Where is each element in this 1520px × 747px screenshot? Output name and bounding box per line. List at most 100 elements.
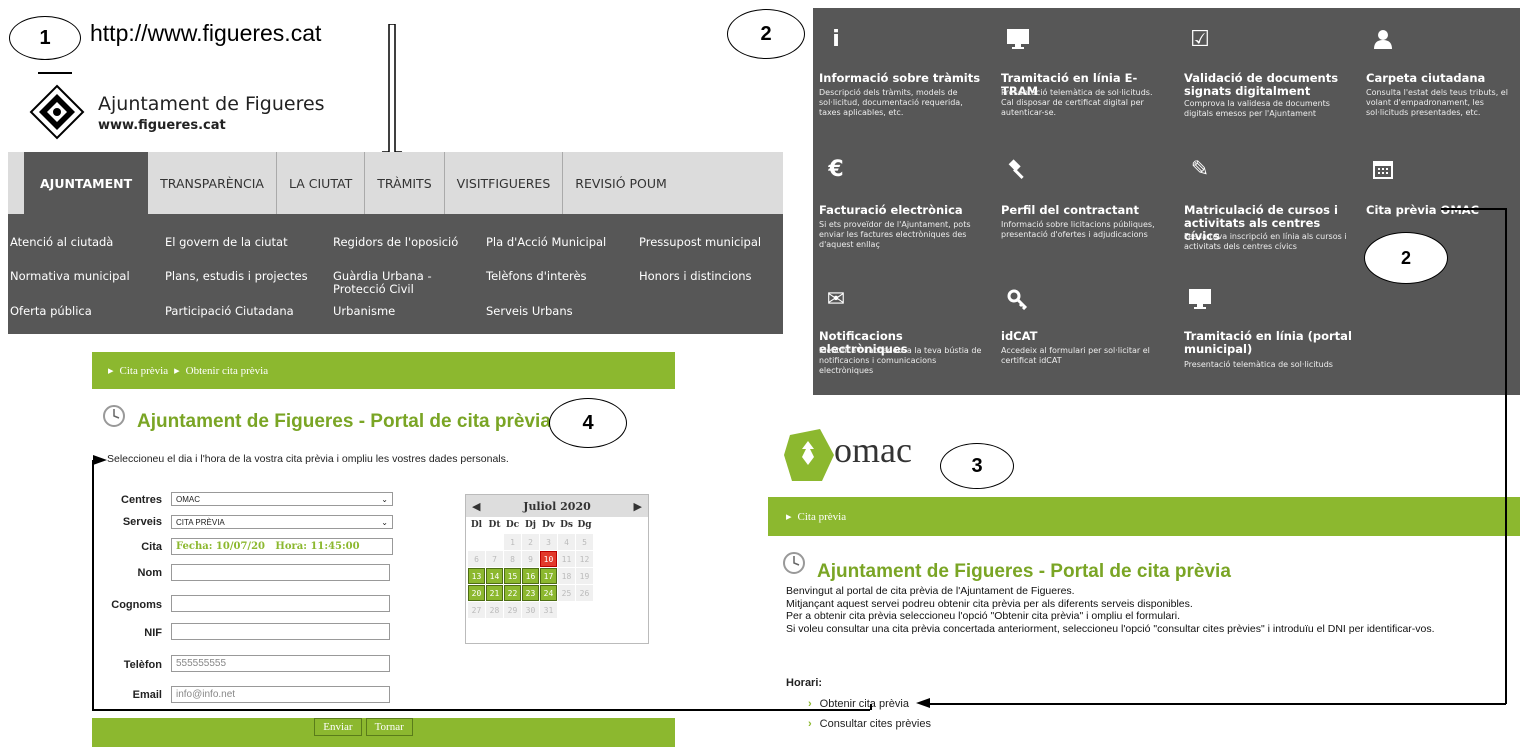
calendar-day-header: Dv [541,520,556,530]
euro-icon[interactable]: € [819,152,853,186]
email-input[interactable]: info@info.net [171,686,390,703]
info-icon[interactable]: i [819,22,853,56]
monitor-icon[interactable] [1001,22,1035,56]
submenu-item[interactable]: El govern de la ciutat [165,236,288,249]
tile-title[interactable]: idCAT [1001,330,1171,343]
connector-line [930,703,1506,705]
connector-line [1505,208,1507,704]
label-serveis: Serveis [122,516,162,528]
submenu-item[interactable]: Normativa municipal [10,270,130,283]
form-footer-bar: Enviar Tornar [92,718,675,747]
connector-line [870,704,872,710]
tile-title[interactable]: Informació sobre tràmits [819,72,989,85]
calendar-day[interactable]: 20 [468,585,485,601]
edit-icon[interactable]: ✎ [1183,152,1217,186]
submenu-item[interactable]: Participació Ciutadana [165,305,294,318]
link-consultar-cites[interactable]: › Consultar cites prèvies [808,718,931,730]
centres-select[interactable]: OMAC ⌄ [171,492,393,506]
city-logo [27,82,87,142]
cita-field[interactable]: Fecha: 10/07/20 Hora: 11:45:00 [171,538,393,555]
intro-line: Per a obtenir cita prèvia seleccioneu l'… [786,610,1181,622]
label-nom: Nom [137,567,162,579]
breadcrumb-item[interactable]: Cita prèvia [120,365,169,377]
tile-desc: Presentació telemàtica de sol·licituds. … [1001,88,1153,117]
next-month-icon[interactable]: ▶ [634,500,642,513]
calendar-day[interactable]: 16 [522,568,539,584]
tab-tramits[interactable]: TRÀMITS [365,152,445,214]
nom-input[interactable] [171,564,390,581]
submenu-item[interactable]: Honors i distincions [639,270,752,283]
tile-title[interactable]: Validació de documents signats digitalme… [1184,72,1354,98]
gavel-icon[interactable] [1001,152,1035,186]
submenu-item[interactable]: Telèfons d'interès [486,270,587,283]
tile-title[interactable]: Carpeta ciutadana [1366,72,1516,85]
calendar-day[interactable]: 13 [468,568,485,584]
label-cognoms: Cognoms [111,599,162,611]
calendar-day: 4 [558,534,575,550]
calendar-icon[interactable] [1366,152,1400,186]
calendar-grid: Dl Dt Dc Dj Dv Ds Dg 1 2 3 4 5 6 7 8 9 10 11 12 13 14 15 16 17 1… [466,517,648,618]
intro-text: Benvingut al portal de cita prèvia de l'… [786,585,1518,635]
calendar-day[interactable]: 24 [540,585,557,601]
calendar-day[interactable]: 23 [522,585,539,601]
submenu-item[interactable]: Urbanisme [333,305,395,318]
site-subtitle: www.figueres.cat [98,118,226,133]
submenu-item[interactable]: Pressupost municipal [639,236,761,249]
nif-input[interactable] [171,623,390,640]
submenu: Atenció al ciutadà El govern de la ciuta… [8,214,783,334]
cognoms-input[interactable] [171,595,390,612]
tab-la-ciutat[interactable]: LA CIUTAT [277,152,366,214]
date-picker: ◀ Juliol 2020 ▶ Dl Dt Dc Dj Dv Ds Dg 1 2 3 4 5 6 7 8 9 1… [465,494,649,644]
calendar-day-header: Ds [560,520,573,530]
calendar-day[interactable]: 17 [540,568,557,584]
envelope-icon[interactable]: ✉ [819,282,853,316]
tile-title[interactable]: Facturació electrònica [819,204,989,217]
tramits-grid: i Informació sobre tràmits Descripció de… [813,8,1520,395]
breadcrumb-item[interactable]: Cita prèvia [798,511,847,523]
label-email: Email [132,689,162,701]
calendar-day[interactable]: 21 [486,585,503,601]
tile-desc: Identifica't i accedeix a la teva bústia… [819,346,982,375]
tile-title[interactable]: Perfil del contractant [1001,204,1171,217]
enviar-button[interactable]: Enviar [314,718,362,736]
calendar-day[interactable]: 10 [540,551,557,567]
site-url[interactable]: http://www.figueres.cat [90,20,321,47]
tornar-button[interactable]: Tornar [365,718,413,736]
tab-revisio-poum[interactable]: REVISIÓ POUM [563,152,679,214]
arrow-left-icon [916,698,930,708]
connector-line [92,460,94,710]
submenu-item[interactable]: Guàrdia Urbana - Protecció Civil [333,270,432,296]
calendar-day[interactable]: 22 [504,585,521,601]
tab-transparencia[interactable]: TRANSPARÈNCIA [148,152,277,214]
tab-visitfigueres[interactable]: VISITFIGUERES [445,152,564,214]
tile-title[interactable]: Tramitació en línia (portal municipal) [1184,330,1354,356]
breadcrumb-bar: ▸ Cita prèvia [768,497,1520,536]
calendar-day[interactable]: 15 [504,568,521,584]
submenu-item[interactable]: Regidors de l'oposició [333,236,458,249]
tab-ajuntament[interactable]: AJUNTAMENT [24,152,149,214]
submenu-item[interactable]: Plans, estudis i projectes [165,270,308,283]
prev-month-icon[interactable]: ◀ [472,500,480,513]
user-icon[interactable] [1366,22,1400,56]
tile-title-cita-previa-omac[interactable]: Cita prèvia OMAC [1366,204,1516,217]
label-centres: Centres [121,494,162,506]
calendar-day: 11 [558,551,575,567]
submenu-item[interactable]: Serveis Urbans [486,305,573,318]
calendar-day: 27 [468,602,485,618]
serveis-select[interactable]: CITA PRÈVIA ⌄ [171,515,393,529]
submenu-item[interactable]: Oferta pública [10,305,92,318]
tile-desc: Consulta l'estat dels teus tributs, el v… [1366,88,1508,117]
checkbox-icon[interactable]: ☑ [1183,22,1217,56]
calendar-day [576,602,593,618]
monitor-icon[interactable] [1183,282,1217,316]
key-icon[interactable] [1001,282,1035,316]
calendar-day-header: Dt [488,520,501,530]
telefon-input[interactable]: 555555555 [171,655,390,672]
callout-1: 1 [9,16,81,60]
calendar-day[interactable]: 14 [486,568,503,584]
intro-line: Mitjançant aquest servei podreu obtenir … [786,597,1193,610]
submenu-item[interactable]: Pla d'Acció Municipal [486,236,606,249]
breadcrumb-item[interactable]: Obtenir cita prèvia [186,365,268,377]
submenu-item[interactable]: Atenció al ciutadà [10,236,113,249]
calendar-day: 2 [522,534,539,550]
